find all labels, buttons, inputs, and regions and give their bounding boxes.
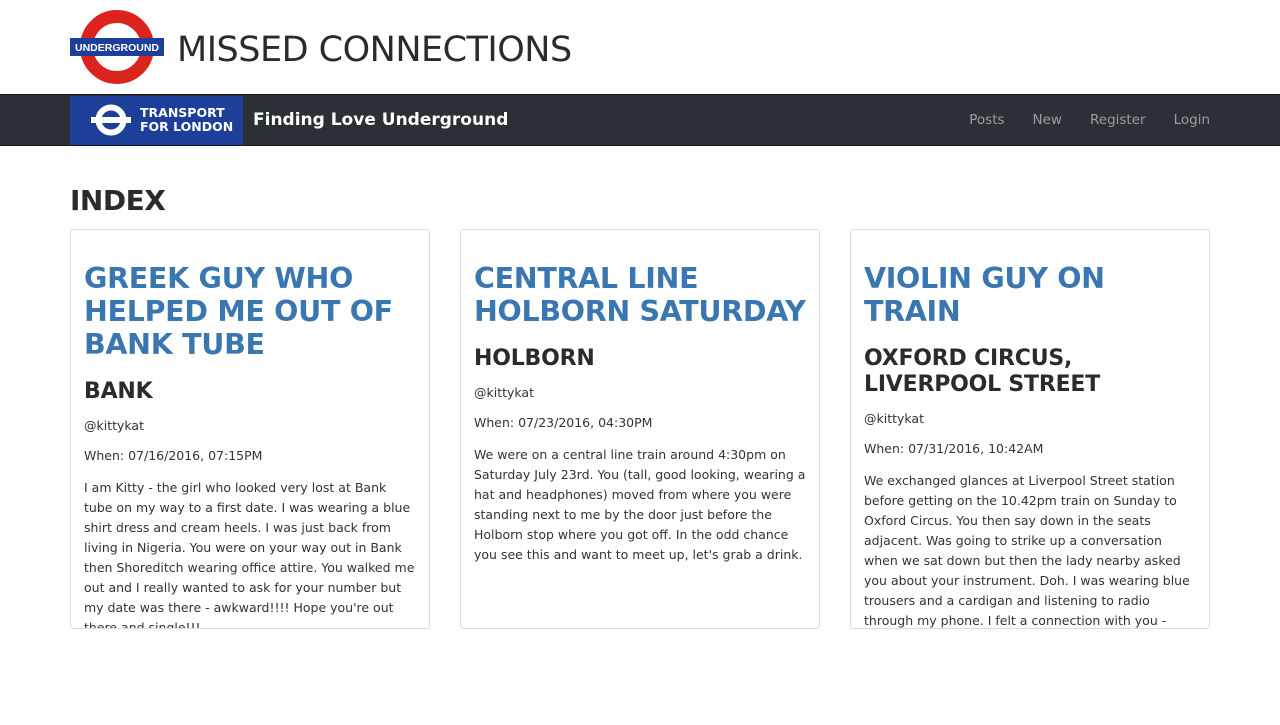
post-station: OXFORD CIRCUS, LIVERPOOL STREET [864,346,1101,397]
post-card: CENTRAL LINE HOLBORN SATURDAY HOLBORN @k… [460,229,820,629]
page-heading: INDEX [70,184,166,217]
tfl-roundel-icon [91,104,131,136]
post-card: GREEK GUY WHO HELPED ME OUT OF BANK TUBE… [70,229,430,629]
post-body: We were on a central line train around 4… [474,447,806,562]
underground-roundel-logo[interactable]: UNDERGROUND [70,9,164,85]
navbar: TRANSPORT FOR LONDON Finding Love Underg… [0,94,1280,146]
roundel-text: UNDERGROUND [75,42,159,54]
nav-links: Posts New Register Login [941,95,1210,145]
post-station: BANK [84,379,153,404]
tfl-line-1: TRANSPORT [140,105,225,120]
post-station: HOLBORN [474,346,595,371]
nav-link-new[interactable]: New [1033,112,1062,128]
post-when: When: 07/31/2016, 10:42AM [864,441,1044,456]
post-body: We exchanged glances at Liverpool Street… [864,473,1190,628]
post-author: @kittykat [474,385,534,400]
nav-link-register[interactable]: Register [1090,112,1146,128]
nav-link-posts[interactable]: Posts [969,112,1004,128]
tfl-wordmark: TRANSPORT FOR LONDON [140,106,233,134]
navbar-brand[interactable]: Finding Love Underground [253,108,508,132]
post-when: When: 07/16/2016, 07:15PM [84,448,263,463]
post-card: VIOLIN GUY ON TRAIN OXFORD CIRCUS, LIVER… [850,229,1210,629]
tfl-logo[interactable]: TRANSPORT FOR LONDON [70,96,243,145]
site-header: UNDERGROUND MISSED CONNECTIONS [0,0,1280,94]
post-author: @kittykat [84,418,144,433]
post-title-link[interactable]: CENTRAL LINE HOLBORN SATURDAY [474,262,806,328]
post-author: @kittykat [864,411,924,426]
post-title-link[interactable]: GREEK GUY WHO HELPED ME OUT OF BANK TUBE [84,262,416,361]
tfl-line-2: FOR LONDON [140,119,234,134]
post-body: I am Kitty - the girl who looked very lo… [84,480,415,629]
post-when: When: 07/23/2016, 04:30PM [474,415,653,430]
nav-link-login[interactable]: Login [1174,112,1210,128]
site-title: MISSED CONNECTIONS [177,30,572,70]
post-title-link[interactable]: VIOLIN GUY ON TRAIN [864,262,1196,328]
